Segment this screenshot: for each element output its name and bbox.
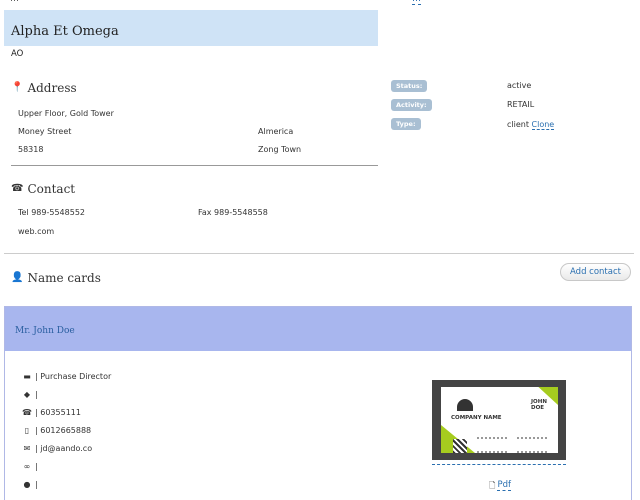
map-marker-icon: 📍 [11,82,24,93]
status-value: active [507,81,532,90]
company-short-name: AO [11,49,24,59]
card-mobile: | 6012665888 [35,426,92,435]
phone-icon: ☎ [22,407,32,417]
address-title: Address [27,81,77,95]
card-email-row: ✉ | jd@aando.co [22,444,92,453]
card-tag: | [35,390,38,399]
activity-label: Activity: [391,99,432,111]
biz-person-name: JOHN DOE [531,399,547,411]
type-value: client [507,120,529,129]
card-position-row: ▬ | Purchase Director [22,372,111,381]
user-icon: 👤 [11,272,24,283]
contact-tel: Tel 989-5548552 [18,208,85,217]
top-cut-link[interactable]: … [412,0,421,5]
business-card-image[interactable]: COMPANY NAME JOHN DOE [432,380,566,460]
business-card-underline [432,464,566,465]
chat-icon: ● [23,479,31,489]
card-chat: | [35,480,38,489]
top-cut-text: … [10,0,19,4]
name-card-header [5,307,631,351]
contact-fax: Fax 989-5548558 [198,208,268,217]
address-country: Almerica [258,127,294,136]
qr-code-icon [453,439,467,453]
section-divider [4,253,634,254]
card-phone-row: ☎ | 60355111 [22,408,81,417]
company-name: Alpha Et Omega [11,24,119,39]
pdf-file-icon: 🗋 [489,480,496,490]
add-contact-button[interactable]: Add contact [560,263,631,281]
card-chat-row: ● | [22,480,38,489]
clone-link[interactable]: Clone [531,120,555,130]
company-logo-icon [457,399,473,411]
link-icon: ∞ [23,461,31,471]
address-section-title: 📍 Address [11,81,77,95]
phone-icon: ☎ [11,183,24,194]
card-link: | [35,462,38,471]
briefcase-icon: ▬ [23,371,31,381]
address-divider [11,165,378,166]
envelope-icon: ✉ [23,443,31,453]
name-cards-title: Name cards [27,271,101,285]
card-mobile-row: ▯ | 6012665888 [22,426,91,435]
address-street: Money Street [18,127,72,136]
business-card-face: COMPANY NAME JOHN DOE [441,387,558,453]
type-label: Type: [391,118,421,130]
contact-section-title: ☎ Contact [11,182,75,196]
card-person-name[interactable]: Mr. John Doe [15,326,75,336]
type-value-row: client Clone [507,120,555,130]
card-position: | Purchase Director [35,372,112,381]
mobile-icon: ▯ [24,425,30,435]
card-phone: | 60355111 [35,408,81,417]
biz-details-right [517,437,547,453]
address-line1: Upper Floor, Gold Tower [18,109,114,118]
activity-value: RETAIL [507,100,535,109]
name-cards-section-title: 👤 Name cards [11,271,101,285]
card-email: | jd@aando.co [35,444,93,453]
pdf-link[interactable]: 🗋 Pdf [489,480,511,491]
address-town: Zong Town [258,145,302,154]
card-tag-row: ◆ | [22,390,38,399]
biz-details-left [477,437,507,453]
biz-company-name: COMPANY NAME [451,415,502,421]
status-label: Status: [391,80,428,92]
tag-icon: ◆ [23,389,31,399]
contact-title: Contact [27,182,76,196]
address-zip: 58318 [18,145,44,154]
contact-web: web.com [18,227,55,236]
pdf-label[interactable]: Pdf [497,480,511,491]
card-link-row: ∞ | [22,462,38,471]
